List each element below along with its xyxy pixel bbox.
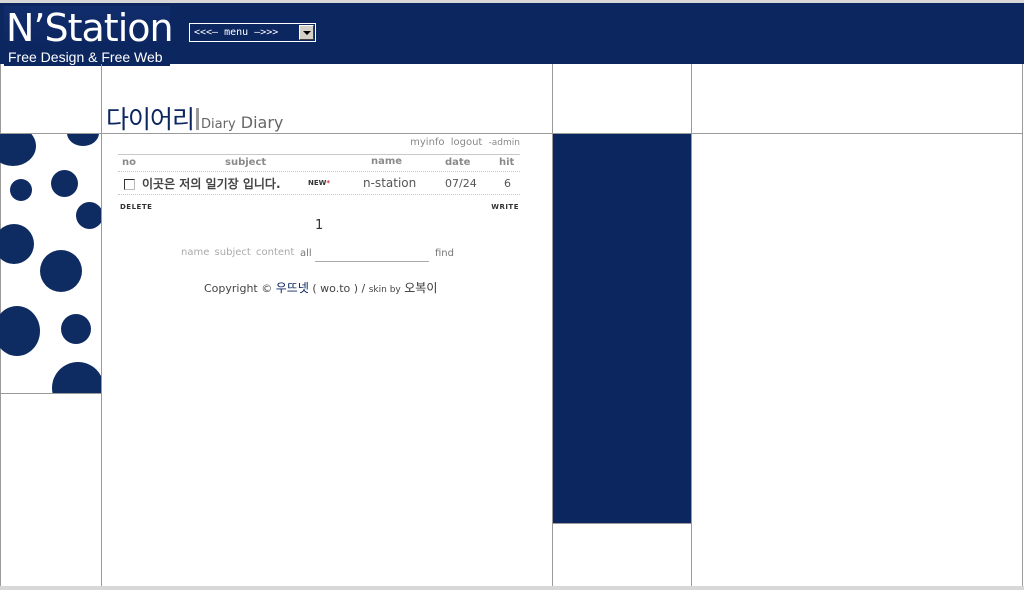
decorative-dot (51, 170, 78, 197)
copyright-site-link[interactable]: 우뜨넷 (276, 281, 309, 295)
column-header-hit: hit (499, 157, 515, 168)
logout-link[interactable]: logout (451, 137, 483, 148)
page-title-korean: 다이어리 (106, 105, 195, 134)
pagination-current-page[interactable]: 1 (315, 218, 323, 233)
row-date: 07/24 (445, 177, 477, 190)
navy-side-block (553, 134, 691, 523)
left-panel-divider (0, 393, 101, 394)
search-option-name[interactable]: name (181, 247, 209, 258)
copyright-author[interactable]: 오복이 (404, 281, 437, 295)
navy-block-bottom-line (552, 523, 691, 524)
decorative-dot (52, 362, 101, 393)
admin-link[interactable]: -admin (489, 138, 520, 148)
decorative-dot (40, 250, 82, 292)
search-option-content[interactable]: content (256, 247, 294, 258)
decorative-dot (10, 179, 32, 201)
search-input[interactable] (315, 247, 429, 262)
list-header: no subject name date hit (118, 154, 520, 171)
column-header-no: no (122, 157, 136, 168)
page-title: 다이어리 Diary Diary (106, 100, 283, 136)
page-title-en-large: Diary (240, 113, 284, 132)
row-select-checkbox[interactable] (124, 179, 135, 190)
page-right-edge (1022, 64, 1023, 586)
logo-wordmark: N’Station (6, 6, 174, 50)
menu-dropdown-value: <<<— menu —>>> (194, 27, 279, 38)
logo-tagline: Free Design & Free Web (8, 49, 163, 65)
new-badge: NEW* (308, 179, 330, 187)
dropdown-arrow-icon[interactable] (299, 25, 314, 40)
search-option-subject[interactable]: subject (215, 247, 251, 258)
delete-button[interactable]: DELETE (120, 203, 152, 211)
myinfo-link[interactable]: myinfo (410, 137, 444, 148)
new-badge-label: NEW (308, 179, 327, 187)
row-author-name[interactable]: n-station (363, 176, 416, 190)
decorative-dot (0, 134, 36, 166)
search-option-all[interactable]: all (300, 248, 312, 259)
new-badge-star: * (326, 179, 331, 187)
title-separator (196, 108, 200, 130)
search-options: name subject content (181, 247, 296, 258)
decorative-dot (76, 202, 101, 229)
column-header-date: date (445, 157, 471, 168)
copyright-notice: Copyright © 우뜨넷 ( wo.to ) / skin by 오복이 (204, 279, 437, 296)
left-column-divider (101, 64, 102, 586)
decorative-dot (61, 314, 91, 344)
decorative-dot (0, 306, 40, 356)
search-form: name subject content all find (181, 247, 481, 263)
copyright-prefix: Copyright © (204, 282, 273, 295)
column-header-name: name (371, 156, 403, 167)
column-header-subject: subject (225, 157, 267, 168)
copyright-domain: ( wo.to ) / (312, 282, 366, 295)
row-subject-link[interactable]: 이곳은 저의 일기장 입니다. (142, 175, 281, 192)
right-column-divider (691, 64, 692, 586)
account-links: myinfo logout -admin (407, 137, 520, 148)
search-find-button[interactable]: find (435, 248, 454, 259)
header-bar: N’Station Free Design & Free Web (0, 3, 1024, 66)
decorative-dots-panel (0, 134, 101, 393)
table-row: 이곳은 저의 일기장 입니다. NEW* n-station 07/24 6 (118, 171, 520, 195)
menu-dropdown[interactable]: <<<— menu —>>> (189, 23, 316, 42)
site-logo[interactable]: N’Station Free Design & Free Web (4, 6, 174, 66)
copyright-skin-by: skin by (368, 285, 401, 295)
write-button[interactable]: WRITE (491, 203, 519, 211)
decorative-dot (0, 224, 34, 264)
bottom-border (0, 586, 1024, 590)
decorative-dot (67, 134, 99, 146)
page-title-en-small: Diary (201, 117, 236, 132)
row-hit-count: 6 (504, 177, 511, 190)
